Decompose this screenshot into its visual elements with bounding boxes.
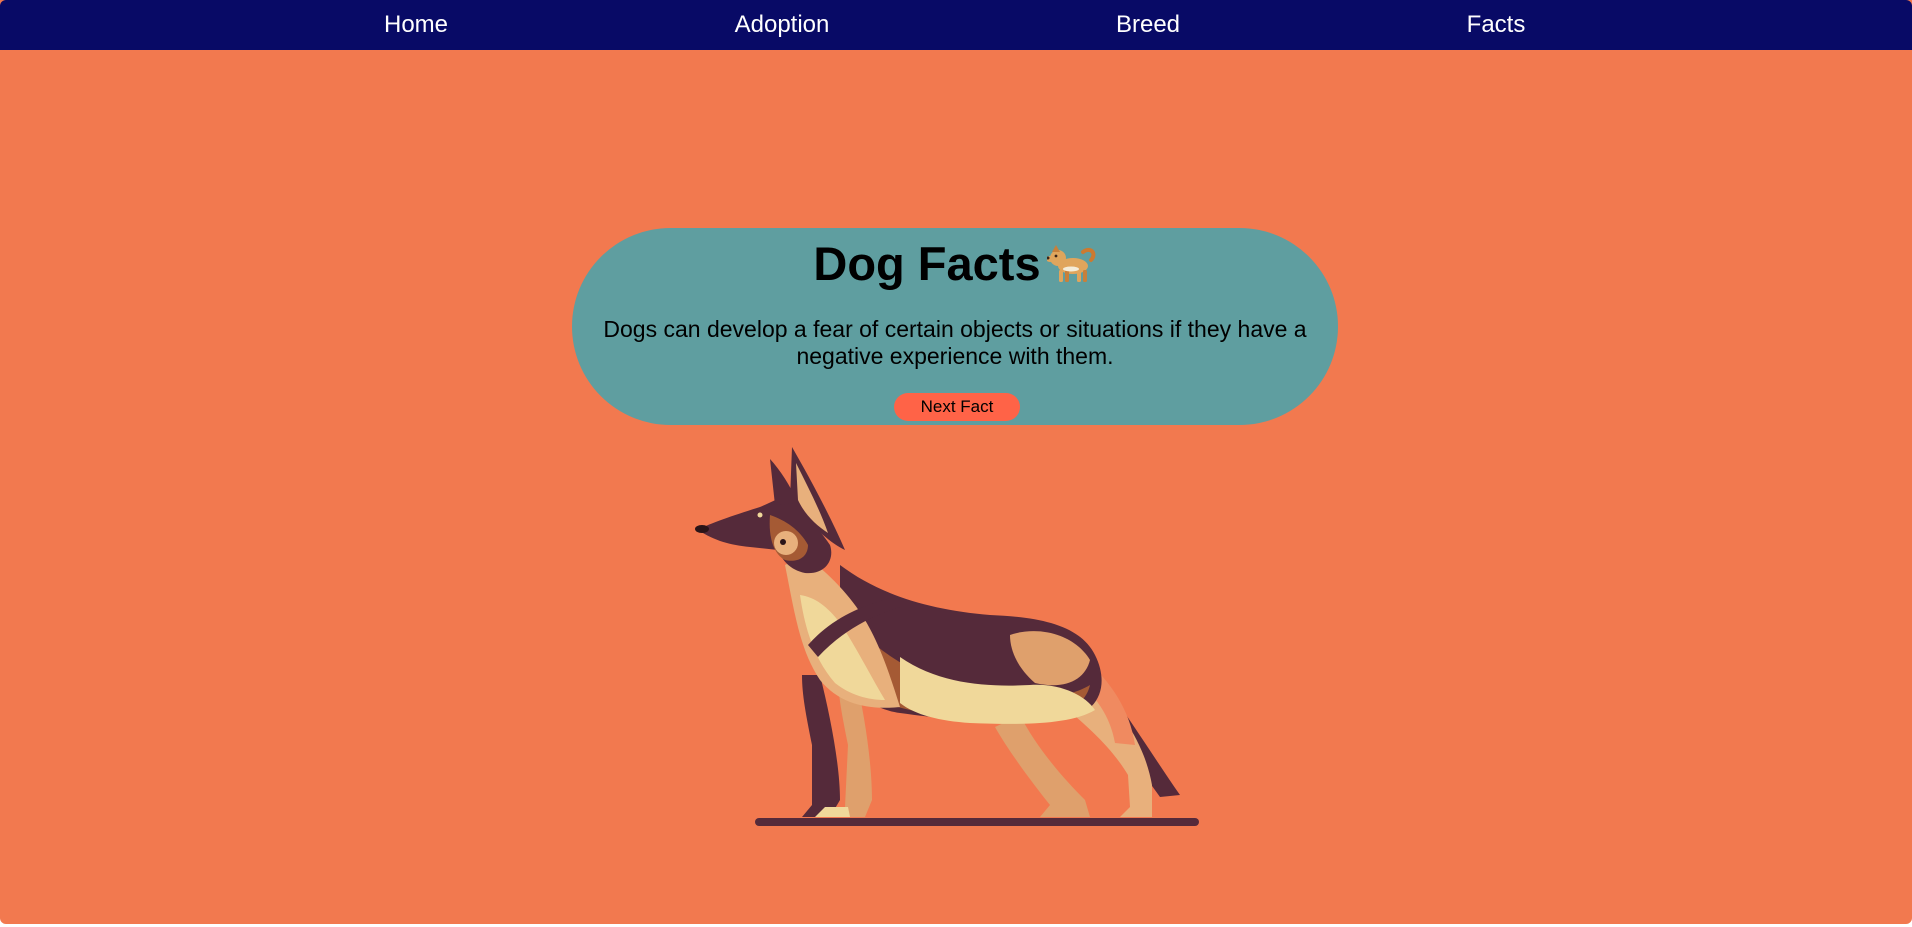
nav-adoption-link[interactable]: Adoption [735, 0, 830, 50]
ground-shadow [755, 818, 1199, 826]
fact-text: Dogs can develop a fear of certain objec… [603, 316, 1307, 369]
page: Home Adoption Breed Facts Dog Facts Dogs… [0, 0, 1912, 924]
nav-facts-link[interactable]: Facts [1467, 0, 1526, 50]
fact-title-heading: Dog Facts [572, 236, 1338, 291]
fact-title-text: Dog Facts [813, 237, 1041, 290]
top-navbar: Home Adoption Breed Facts [0, 0, 1912, 50]
dog-emoji-icon [1046, 245, 1095, 282]
nav-breed-link[interactable]: Breed [1116, 0, 1180, 50]
next-fact-button[interactable]: Next Fact [894, 393, 1020, 421]
nav-home-link[interactable]: Home [384, 0, 448, 50]
fact-card: Dog Facts Dogs can develop a fear of cer… [572, 228, 1338, 425]
german-shepherd-illustration [695, 447, 1199, 826]
